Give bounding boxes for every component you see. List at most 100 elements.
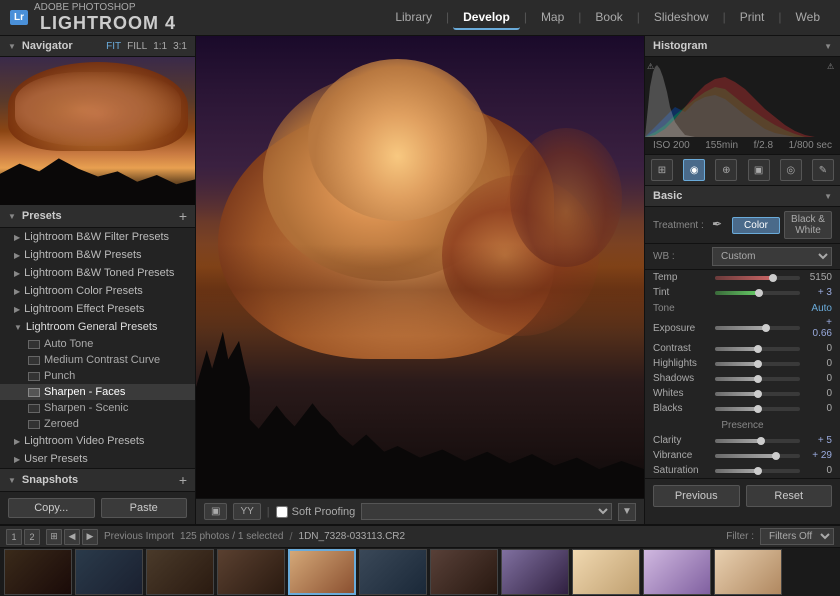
preset-group-bw-toned[interactable]: ▶ Lightroom B&W Toned Presets: [0, 264, 195, 282]
auto-btn[interactable]: Auto: [811, 303, 832, 314]
presets-header[interactable]: ▼ Presets +: [0, 205, 195, 228]
preset-sharpen-scenic[interactable]: Sharpen - Scenic: [0, 400, 195, 416]
histogram-header[interactable]: Histogram ▼: [645, 36, 840, 57]
tint-slider[interactable]: [715, 291, 800, 295]
film-thumb-11[interactable]: [714, 549, 782, 595]
radial-filter-tool[interactable]: ◎: [780, 159, 802, 181]
preset-medium-contrast[interactable]: Medium Contrast Curve: [0, 352, 195, 368]
preset-group-bw-filter[interactable]: ▶ Lightroom B&W Filter Presets: [0, 228, 195, 246]
clarity-slider-row: Clarity + 5: [645, 433, 840, 448]
filmstrip-btn-1[interactable]: 1: [6, 529, 22, 545]
temp-slider[interactable]: [715, 276, 800, 280]
preset-sharpen-faces[interactable]: Sharpen - Faces: [0, 384, 195, 400]
presets-add-btn[interactable]: +: [179, 209, 187, 223]
crop-tool[interactable]: ⊞: [651, 159, 673, 181]
snapshots-header[interactable]: ▼ Snapshots +: [0, 468, 195, 491]
graduated-filter-tool[interactable]: ▣: [748, 159, 770, 181]
preset-group-general[interactable]: ▼ Lightroom General Presets: [0, 318, 195, 336]
red-eye-tool[interactable]: ⊕: [715, 159, 737, 181]
presets-toggle[interactable]: ▼: [8, 212, 16, 221]
clarity-label: Clarity: [653, 435, 711, 446]
saturation-slider[interactable]: [715, 469, 800, 473]
blacks-label: Blacks: [653, 403, 711, 414]
basic-header[interactable]: Basic ▼: [645, 186, 840, 207]
histogram-toggle[interactable]: ▼: [824, 42, 832, 51]
film-thumb-6[interactable]: [359, 549, 427, 595]
bw-treatment-btn[interactable]: Black & White: [784, 211, 832, 239]
previous-button[interactable]: Previous: [653, 485, 740, 507]
tint-label: Tint: [653, 287, 711, 298]
filename-label: 1DN_7328-033113.CR2: [299, 531, 406, 542]
snapshots-toggle[interactable]: ▼: [8, 476, 16, 485]
preset-punch[interactable]: Punch: [0, 368, 195, 384]
nav-forward-btn[interactable]: ▶: [82, 529, 98, 545]
preset-group-effect[interactable]: ▶ Lightroom Effect Presets: [0, 300, 195, 318]
basic-toggle[interactable]: ▼: [824, 192, 832, 201]
film-thumb-1[interactable]: [4, 549, 72, 595]
exposure-slider[interactable]: [715, 326, 800, 330]
whites-slider[interactable]: [715, 392, 800, 396]
histogram-box: ⚠ ⚠: [645, 57, 840, 137]
preset-group-bw[interactable]: ▶ Lightroom B&W Presets: [0, 246, 195, 264]
reset-button[interactable]: Reset: [746, 485, 833, 507]
zoom-1-1[interactable]: 1:1: [153, 41, 167, 52]
color-treatment-btn[interactable]: Color: [732, 217, 780, 234]
nav-book[interactable]: Book: [585, 6, 632, 30]
photo-count: 125 photos / 1 selected: [180, 531, 283, 542]
toolbar-expand-btn[interactable]: ▼: [618, 503, 636, 521]
adjustment-brush-tool[interactable]: ✎: [812, 159, 834, 181]
film-thumb-7[interactable]: [430, 549, 498, 595]
preset-group-color[interactable]: ▶ Lightroom Color Presets: [0, 282, 195, 300]
film-thumb-9[interactable]: [572, 549, 640, 595]
nav-map[interactable]: Map: [531, 6, 574, 30]
nav-web[interactable]: Web: [786, 6, 830, 30]
blacks-value: 0: [804, 403, 832, 414]
soft-proofing-checkbox[interactable]: [276, 506, 288, 518]
view-normal-btn[interactable]: ▣: [204, 503, 227, 520]
eyedropper-icon[interactable]: ✒: [712, 217, 728, 233]
shadows-label: Shadows: [653, 373, 711, 384]
film-thumb-3[interactable]: [146, 549, 214, 595]
histogram-info: ISO 200 155min f/2.8 1/800 sec: [645, 137, 840, 155]
preset-zeroed[interactable]: Zeroed: [0, 416, 195, 432]
paste-button[interactable]: Paste: [101, 498, 188, 518]
zoom-fit[interactable]: FIT: [106, 41, 121, 52]
preset-group-user[interactable]: ▶ User Presets: [0, 450, 195, 468]
soft-proofing-select[interactable]: [361, 503, 612, 520]
grid-view-btn[interactable]: ⊞: [46, 529, 62, 545]
contrast-slider[interactable]: [715, 347, 800, 351]
spot-removal-tool[interactable]: ◉: [683, 159, 705, 181]
nav-library[interactable]: Library: [385, 6, 442, 30]
nav-print[interactable]: Print: [730, 6, 775, 30]
zoom-3-1[interactable]: 3:1: [173, 41, 187, 52]
filter-select[interactable]: Filters Off Flagged Rated: [760, 528, 834, 545]
vibrance-slider[interactable]: [715, 454, 800, 458]
shadows-value: 0: [804, 373, 832, 384]
preset-group-video[interactable]: ▶ Lightroom Video Presets: [0, 432, 195, 450]
film-thumb-4[interactable]: [217, 549, 285, 595]
zoom-fill[interactable]: FILL: [127, 41, 147, 52]
film-thumb-5[interactable]: [288, 549, 356, 595]
film-thumb-2[interactable]: [75, 549, 143, 595]
filmstrip-btn-2[interactable]: 2: [24, 529, 40, 545]
presets-label: Presets: [22, 210, 173, 222]
nav-slideshow[interactable]: Slideshow: [644, 6, 719, 30]
nav-develop[interactable]: Develop: [453, 6, 520, 30]
highlights-slider[interactable]: [715, 362, 800, 366]
view-compare-btn[interactable]: YY: [233, 503, 260, 520]
film-thumb-8[interactable]: [501, 549, 569, 595]
blacks-slider[interactable]: [715, 407, 800, 411]
snapshots-add-btn[interactable]: +: [179, 473, 187, 487]
clarity-slider[interactable]: [715, 439, 800, 443]
wb-label: WB :: [653, 251, 708, 262]
shadows-slider[interactable]: [715, 377, 800, 381]
navigator-toggle[interactable]: ▼: [8, 42, 16, 51]
navigator-header[interactable]: ▼ Navigator FIT FILL 1:1 3:1: [0, 36, 195, 57]
preset-auto-tone[interactable]: Auto Tone: [0, 336, 195, 352]
copy-button[interactable]: Copy...: [8, 498, 95, 518]
lr-badge: Lr: [10, 10, 28, 25]
wb-select[interactable]: Custom As Shot Auto Daylight Cloudy: [712, 247, 832, 266]
saturation-slider-row: Saturation 0: [645, 463, 840, 478]
film-thumb-10[interactable]: [643, 549, 711, 595]
nav-back-btn[interactable]: ◀: [64, 529, 80, 545]
